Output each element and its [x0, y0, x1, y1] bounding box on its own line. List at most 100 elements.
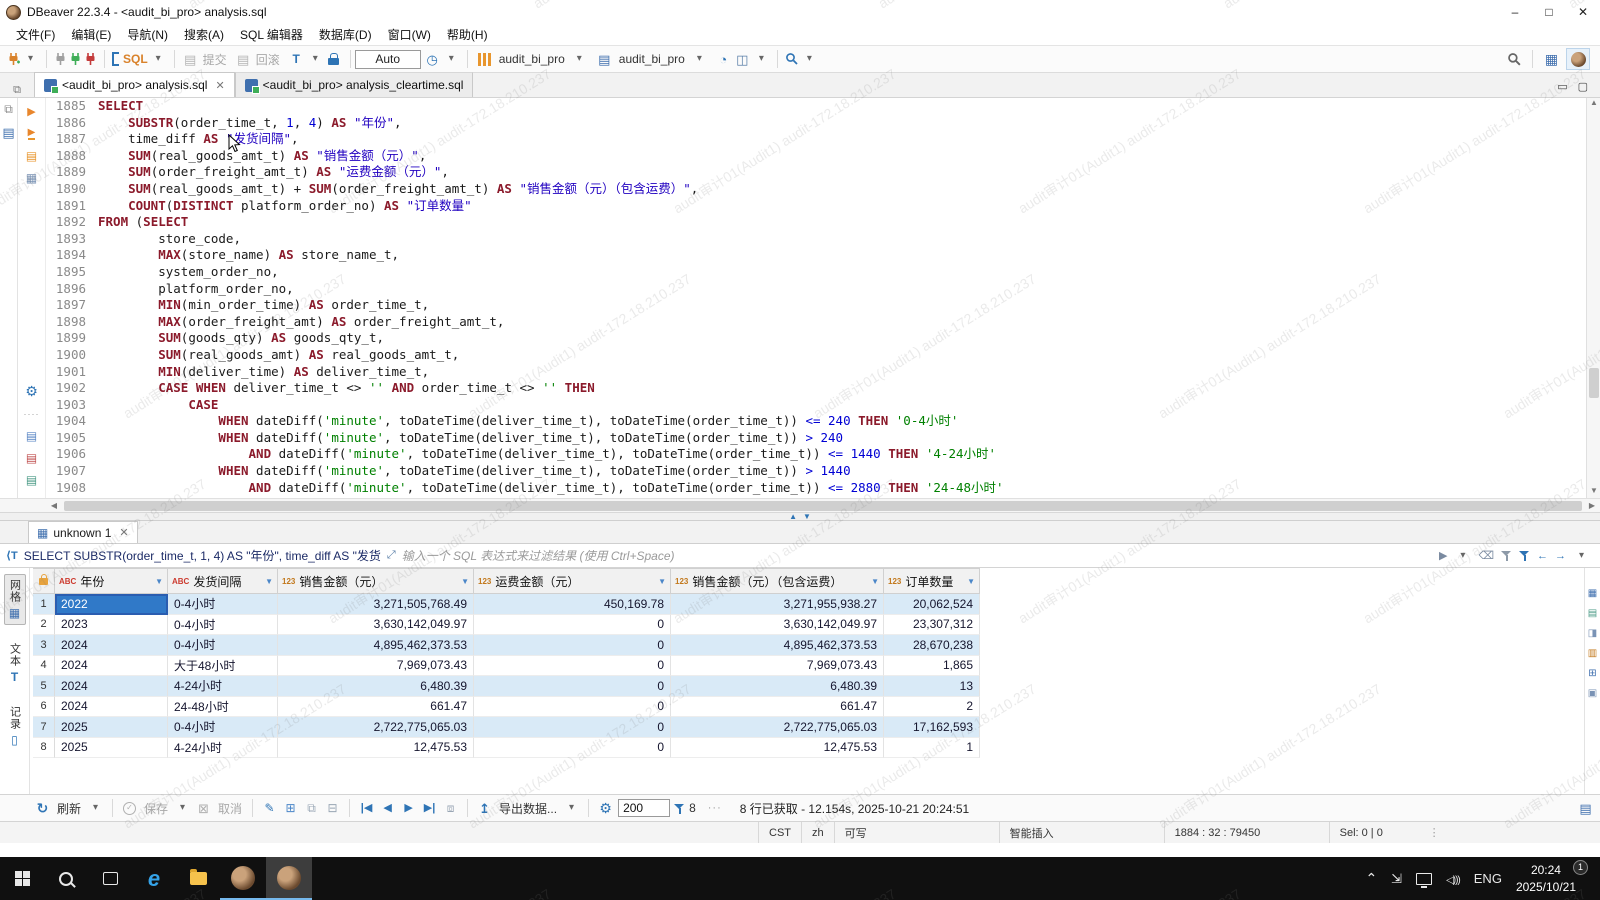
- grid-cell[interactable]: 2024: [55, 635, 168, 656]
- lock-icon[interactable]: [328, 53, 340, 66]
- column-menu-icon[interactable]: ▼: [967, 577, 975, 586]
- script-output-icon[interactable]: [24, 472, 40, 487]
- chevron-down-icon[interactable]: [1454, 547, 1471, 565]
- chevron-down-icon[interactable]: [753, 50, 770, 68]
- grid-cell[interactable]: 2024: [55, 656, 168, 677]
- connection-selector[interactable]: audit_bi_pro: [472, 49, 592, 69]
- filter-input[interactable]: 输入一个 SQL 表达式来过滤结果 (使用 Ctrl+Space): [402, 547, 1439, 564]
- fetch-page-icon[interactable]: [442, 799, 459, 817]
- column-menu-icon[interactable]: ▼: [658, 577, 666, 586]
- column-menu-icon[interactable]: ▼: [155, 577, 163, 586]
- editor-horizontal-scrollbar[interactable]: ◀ ▶: [0, 498, 1600, 512]
- menu-item-3[interactable]: 搜索(A): [176, 24, 232, 45]
- connect-icon[interactable]: [54, 52, 67, 66]
- grid-cell[interactable]: 2,722,775,065.03: [278, 717, 474, 738]
- history-forward-icon[interactable]: →: [1555, 550, 1566, 562]
- taskbar-search-button[interactable]: [44, 857, 88, 900]
- dashboard-icon[interactable]: [715, 50, 732, 68]
- transaction-mode-icon[interactable]: [288, 50, 305, 68]
- minimize-button[interactable]: –: [1498, 0, 1532, 24]
- code-line[interactable]: 1908 AND dateDiff('minute', toDateTime(d…: [46, 480, 1586, 497]
- grid-cell[interactable]: 1,865: [884, 656, 980, 677]
- close-results-tab-icon[interactable]: ✕: [119, 526, 128, 539]
- row-number[interactable]: 1: [33, 594, 55, 615]
- code-line[interactable]: 1897 MIN(min_order_time) AS order_time_t…: [46, 297, 1586, 314]
- results-tab-unknown1[interactable]: unknown 1 ✕: [28, 521, 138, 543]
- sql-editor-button[interactable]: SQL: [109, 50, 170, 68]
- code-line[interactable]: 1889 SUM(order_freight_amt_t) AS "运费金额（元…: [46, 164, 1586, 181]
- grid-cell[interactable]: 0: [474, 635, 671, 656]
- presentation-tab-record[interactable]: 记录: [5, 702, 25, 751]
- grid-cell[interactable]: 3,630,142,049.97: [671, 615, 884, 636]
- code-line[interactable]: 1895 system_order_no,: [46, 264, 1586, 281]
- schema-selector[interactable]: audit_bi_pro: [592, 49, 712, 69]
- grid-cell[interactable]: 2: [884, 697, 980, 718]
- code-line[interactable]: 1886 SUBSTR(order_time_t, 1, 4) AS "年份",: [46, 115, 1586, 132]
- history-back-icon[interactable]: ←: [1537, 550, 1548, 562]
- database-navigator-icon[interactable]: [1, 125, 17, 140]
- next-row-icon[interactable]: ▶: [400, 799, 417, 817]
- split-editor-icon[interactable]: [734, 50, 751, 68]
- grid-cell[interactable]: 7,969,073.43: [278, 656, 474, 677]
- grid-cell[interactable]: 24-48小时: [168, 697, 278, 718]
- edit-cell-icon[interactable]: [261, 799, 278, 817]
- grid-cell[interactable]: 28,670,238: [884, 635, 980, 656]
- restore-panel-icon[interactable]: ⧉: [0, 84, 34, 97]
- export-label[interactable]: 导出数据...: [499, 800, 557, 817]
- commit-mode-select[interactable]: Auto: [355, 50, 421, 69]
- grid-column-header-2[interactable]: 123销售金额（元）▼: [278, 568, 474, 594]
- grid-cell[interactable]: 2025: [55, 717, 168, 738]
- refresh-icon[interactable]: [34, 799, 51, 817]
- code-line[interactable]: 1899 SUM(goods_qty) AS goods_qty_t,: [46, 330, 1586, 347]
- grid-cell[interactable]: 4-24小时: [168, 676, 278, 697]
- chevron-down-icon[interactable]: [443, 50, 460, 68]
- grid-cell[interactable]: 0: [474, 656, 671, 677]
- chevron-down-icon[interactable]: [801, 50, 818, 68]
- code-line[interactable]: 1904 WHEN dateDiff('minute', toDateTime(…: [46, 413, 1586, 430]
- usb-tray-icon[interactable]: [1391, 871, 1402, 887]
- grid-cell[interactable]: 2022: [55, 594, 168, 615]
- clear-filter-icon[interactable]: ⌫: [1478, 549, 1494, 562]
- code-line[interactable]: 1906 AND dateDiff('minute', toDateTime(d…: [46, 446, 1586, 463]
- grid-cell[interactable]: 0: [474, 697, 671, 718]
- search-icon[interactable]: [785, 52, 799, 66]
- grid-column-header-4[interactable]: 123销售金额（元）（包含运费）▼: [671, 568, 884, 594]
- quick-search-icon[interactable]: [1507, 52, 1522, 67]
- grid-cell[interactable]: 4,895,462,373.53: [278, 635, 474, 656]
- menu-item-1[interactable]: 编辑(E): [63, 24, 119, 45]
- grid-cell[interactable]: 2024: [55, 697, 168, 718]
- grouping-panel-icon[interactable]: ◨: [1588, 628, 1597, 639]
- disconnect-icon[interactable]: [84, 52, 97, 66]
- grid-column-header-1[interactable]: ABC发货间隔▼: [168, 568, 278, 594]
- save-label[interactable]: 保存: [144, 800, 168, 817]
- delete-row-icon[interactable]: [324, 799, 341, 817]
- taskbar-clock[interactable]: 20:24 2025/10/21: [1516, 862, 1576, 894]
- scrollbar-thumb[interactable]: [1589, 368, 1599, 398]
- code-line[interactable]: 1890 SUM(real_goods_amt_t) + SUM(order_f…: [46, 181, 1586, 198]
- grid-cell[interactable]: 17,162,593: [884, 717, 980, 738]
- menu-item-4[interactable]: SQL 编辑器: [232, 24, 311, 45]
- grid-cell[interactable]: 2,722,775,065.03: [671, 717, 884, 738]
- scroll-right-arrow[interactable]: ▶: [1584, 501, 1600, 510]
- cancel-label[interactable]: 取消: [218, 800, 242, 817]
- row-number[interactable]: 5: [33, 676, 55, 697]
- close-tab-icon[interactable]: ✕: [215, 79, 224, 92]
- edit-filter-icon[interactable]: [1501, 550, 1512, 561]
- first-row-icon[interactable]: |◀: [358, 799, 375, 817]
- code-line[interactable]: 1901 MIN(deliver_time) AS deliver_time_t…: [46, 364, 1586, 381]
- code-line[interactable]: 1902 CASE WHEN deliver_time_t <> '' AND …: [46, 380, 1586, 397]
- explain-plan-icon[interactable]: [24, 170, 40, 185]
- maximize-button[interactable]: □: [1532, 0, 1566, 24]
- open-file-icon[interactable]: [24, 428, 40, 443]
- column-menu-icon[interactable]: ▼: [871, 577, 879, 586]
- tab-analysis-cleartime-sql[interactable]: <audit_bi_pro> analysis_cleartime.sql: [235, 72, 474, 97]
- code-line[interactable]: 1888 SUM(real_goods_amt_t) AS "销售金额（元）",: [46, 148, 1586, 165]
- editor-vertical-scrollbar[interactable]: ▲ ▼: [1586, 98, 1600, 498]
- minimize-view-icon[interactable]: ▭: [1557, 80, 1567, 93]
- grid-cell[interactable]: 0: [474, 738, 671, 759]
- chevron-down-icon[interactable]: [563, 799, 580, 817]
- grid-cell[interactable]: 2024: [55, 676, 168, 697]
- grid-cell[interactable]: 23,307,312: [884, 615, 980, 636]
- code-line[interactable]: 1898 MAX(order_freight_amt) AS order_fre…: [46, 314, 1586, 331]
- grid-column-header-0[interactable]: ABC年份▼: [55, 568, 168, 594]
